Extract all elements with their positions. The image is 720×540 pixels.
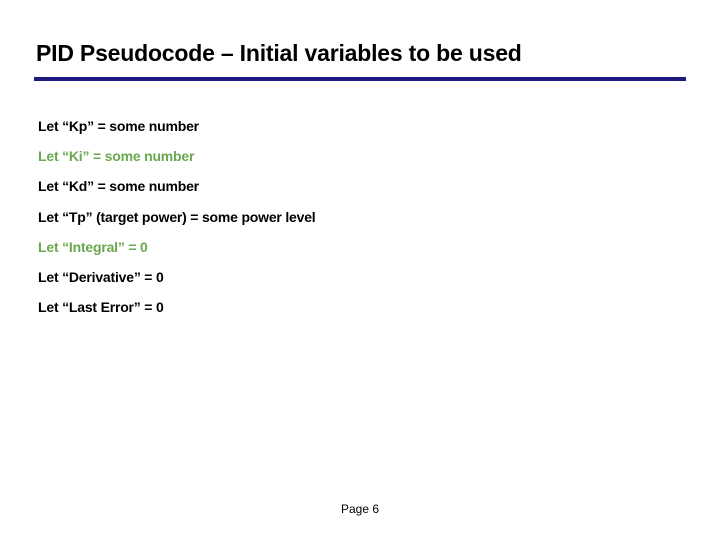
- slide-container: PID Pseudocode – Initial variables to be…: [0, 0, 720, 316]
- code-line-tp: Let “Tp” (target power) = some power lev…: [38, 208, 684, 226]
- slide-title: PID Pseudocode – Initial variables to be…: [36, 40, 684, 67]
- title-underline: [34, 77, 686, 81]
- code-line-ki: Let “Ki” = some number: [38, 147, 684, 165]
- code-line-kd: Let “Kd” = some number: [38, 177, 684, 195]
- code-line-last-error: Let “Last Error” = 0: [38, 298, 684, 316]
- page-number: Page 6: [0, 502, 720, 516]
- code-line-integral: Let “Integral” = 0: [38, 238, 684, 256]
- content-block: Let “Kp” = some number Let “Ki” = some n…: [36, 117, 684, 316]
- code-line-kp: Let “Kp” = some number: [38, 117, 684, 135]
- code-line-derivative: Let “Derivative” = 0: [38, 268, 684, 286]
